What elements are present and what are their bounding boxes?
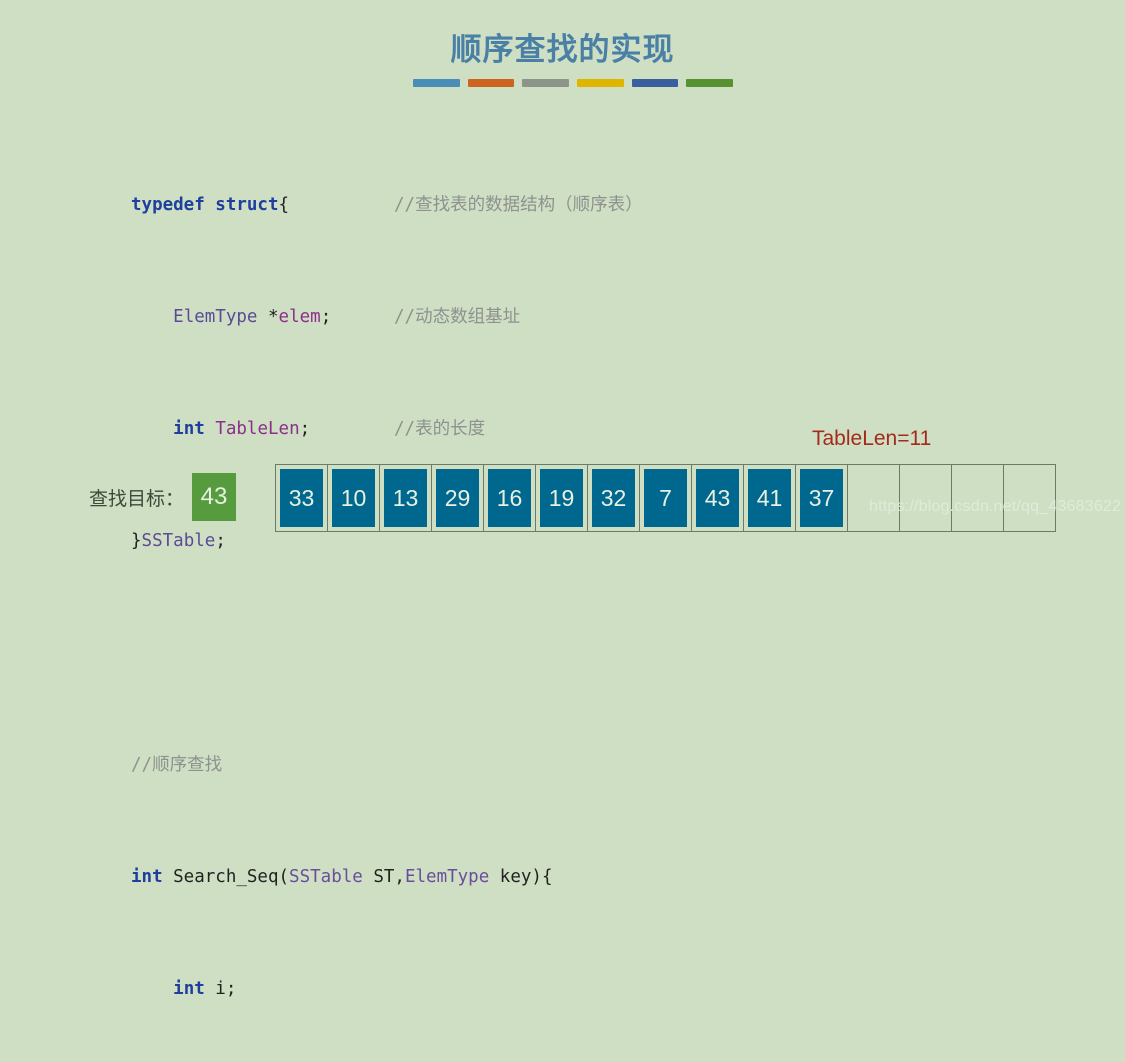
- accent-bar-gold: [577, 79, 624, 87]
- array-cell[interactable]: 16: [484, 465, 536, 532]
- code-keyword-int-2: int: [131, 867, 163, 887]
- code-pointer-star: *: [257, 307, 279, 327]
- code-comment-struct: //查找表的数据结构（顺序表）: [394, 195, 643, 215]
- array-cell-value: 32: [592, 469, 635, 527]
- code-line-fn-signature: int Search_Seq(SSTable ST,ElemType key){: [131, 863, 668, 891]
- code-line-typedef: typedef struct{ //查找表的数据结构（顺序表）: [131, 191, 668, 219]
- array-cell-value: 7: [644, 469, 687, 527]
- code-brace-close-struct: }: [131, 531, 142, 551]
- code-param-key: key){: [489, 867, 553, 887]
- code-listing: typedef struct{ //查找表的数据结构（顺序表） ElemType …: [131, 107, 668, 1062]
- array-cell[interactable]: 10: [328, 465, 380, 532]
- array-table: 33 10 13 29 16 19 32 7 43 41 37: [275, 464, 1056, 532]
- code-line-elem: ElemType *elem; //动态数组基址: [131, 303, 668, 331]
- array-cell-value: 19: [540, 469, 583, 527]
- array-cell[interactable]: 37: [796, 465, 848, 532]
- array-cell-value: 37: [800, 469, 843, 527]
- array-cell[interactable]: 32: [588, 465, 640, 532]
- code-brace-open: {: [278, 195, 290, 215]
- accent-bar-green: [686, 79, 734, 87]
- array-cell[interactable]: 7: [640, 465, 692, 532]
- code-comment-tablelen: //表的长度: [394, 419, 486, 439]
- code-field-elem: elem: [278, 307, 321, 327]
- code-line-decl-i: int i;: [131, 975, 668, 1003]
- code-var-i-decl: i;: [204, 979, 237, 999]
- page-title: 顺序查找的实现: [450, 32, 675, 67]
- array-cell-value: 41: [748, 469, 791, 527]
- accent-bar-navy: [631, 79, 679, 87]
- accent-bar-group: [413, 79, 734, 87]
- code-type-sstable-param: SSTable: [289, 867, 363, 887]
- array-cell-value: 29: [436, 469, 479, 527]
- code-keyword-int-3: int: [173, 979, 205, 999]
- array-cell[interactable]: 33: [276, 465, 328, 532]
- array-cell[interactable]: 13: [380, 465, 432, 532]
- array-cell-value: 16: [488, 469, 531, 527]
- code-param-st: ST,: [362, 867, 405, 887]
- array-cell-empty[interactable]: [952, 465, 1004, 532]
- array-cell[interactable]: 29: [432, 465, 484, 532]
- accent-bar-gray: [522, 79, 570, 87]
- search-target-value: 43: [192, 473, 236, 521]
- array-cell[interactable]: 19: [536, 465, 588, 532]
- code-keyword-typedef-struct: typedef struct: [131, 195, 279, 215]
- code-line-blank-1: [131, 639, 668, 667]
- code-comment-elem: //动态数组基址: [394, 307, 521, 327]
- array-cell-empty[interactable]: [1004, 465, 1056, 532]
- array-cell-value: 33: [280, 469, 323, 527]
- array-cell[interactable]: 41: [744, 465, 796, 532]
- array-cell-value: 13: [384, 469, 427, 527]
- code-semicolon-elem: ;: [320, 307, 332, 327]
- array-cell-value: 43: [696, 469, 739, 527]
- accent-bar-orange: [467, 79, 515, 87]
- code-type-sstable-decl: SSTable: [141, 531, 216, 551]
- code-fn-name-search-seq: Search_Seq(: [162, 867, 290, 887]
- array-cell-empty[interactable]: [848, 465, 900, 532]
- code-field-tablelen: TableLen: [215, 419, 300, 439]
- code-type-elemtype: ElemType: [173, 307, 258, 327]
- code-line-comment-search: //顺序查找: [131, 751, 668, 779]
- code-comment-search-seq: //顺序查找: [131, 755, 223, 775]
- code-line-tablelen: int TableLen; //表的长度: [131, 415, 668, 443]
- code-semicolon-tablelen: ;: [299, 419, 311, 439]
- code-keyword-int-1: int: [173, 419, 205, 439]
- code-type-elemtype-param: ElemType: [404, 867, 490, 887]
- array-cell-value: 10: [332, 469, 375, 527]
- accent-bar-blue: [413, 79, 460, 87]
- array-cell[interactable]: 43: [692, 465, 744, 532]
- array-cell-empty[interactable]: [900, 465, 952, 532]
- code-semicolon-sstable: ;: [215, 531, 226, 551]
- search-target-label: 查找目标：: [89, 489, 185, 510]
- tablelen-annotation: TableLen=11: [812, 427, 932, 450]
